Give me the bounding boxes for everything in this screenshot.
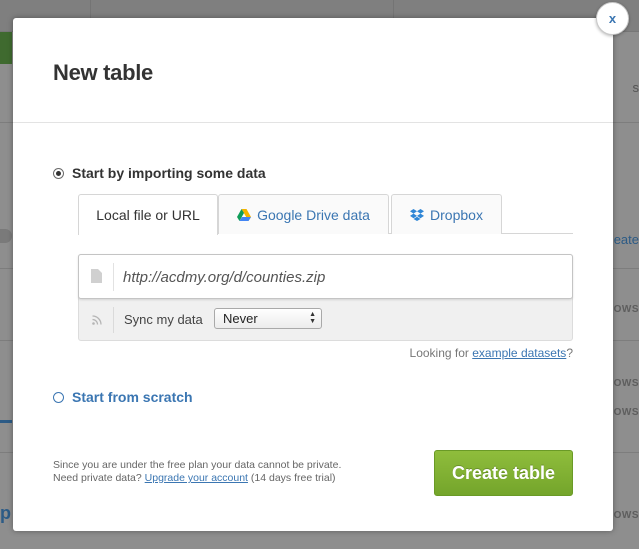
url-box <box>78 254 573 299</box>
background-create-link: eate <box>613 232 639 247</box>
modal-title: New table <box>53 60 153 85</box>
private-data-note: Since you are under the free plan your d… <box>53 459 341 485</box>
sync-divider <box>113 307 114 333</box>
close-icon: x <box>608 11 617 26</box>
examples-suffix: ? <box>566 346 573 360</box>
google-drive-icon <box>237 208 252 221</box>
tab-dropbox[interactable]: Dropbox <box>391 194 502 234</box>
url-input[interactable] <box>123 263 553 291</box>
import-panel: Sync my data Never ▲▼ <box>78 254 573 341</box>
create-table-button[interactable]: Create table <box>434 450 573 496</box>
background-green-bar <box>0 32 12 64</box>
private-note-suffix: (14 days free trial) <box>247 472 336 484</box>
dropbox-icon <box>410 208 425 221</box>
upgrade-account-link[interactable]: Upgrade your account <box>145 472 248 484</box>
background-gear-icon <box>0 229 12 243</box>
private-note-line1: Since you are under the free plan your d… <box>53 459 342 471</box>
background-link-mark <box>0 420 12 423</box>
file-icon <box>91 269 102 283</box>
background-partial-char: p <box>0 503 11 523</box>
tab-google-drive[interactable]: Google Drive data <box>218 194 389 234</box>
example-datasets-hint: Looking for example datasets? <box>373 346 573 360</box>
private-note-line2: Need private data? Upgrade your account … <box>53 472 341 485</box>
examples-prefix: Looking for <box>409 346 473 360</box>
import-source-tabs: Local file or URL Google Drive data Drop… <box>78 194 573 235</box>
background-partial-text: s <box>632 80 639 95</box>
modal-header: New table <box>13 18 613 123</box>
tab-google-drive-label: Google Drive data <box>257 206 370 223</box>
import-data-option[interactable]: Start by importing some data <box>53 165 266 181</box>
url-divider <box>113 263 114 291</box>
tab-local-file-label: Local file or URL <box>96 207 200 223</box>
tab-dropbox-label: Dropbox <box>430 206 483 223</box>
new-table-modal: New table Start by importing some data L… <box>13 18 613 531</box>
close-modal-button[interactable]: x <box>596 2 629 35</box>
sync-label: Sync my data <box>124 312 203 327</box>
import-data-radio[interactable] <box>53 167 64 179</box>
start-from-scratch-option[interactable]: Start from scratch <box>53 389 193 405</box>
sync-selected-value: Never <box>223 311 258 326</box>
start-from-scratch-label: Start from scratch <box>72 389 193 405</box>
rss-icon <box>92 315 102 325</box>
sync-row: Sync my data Never ▲ ▼ <box>79 299 572 341</box>
tab-local-file[interactable]: Local file or URL <box>78 194 218 235</box>
private-note-prefix: Need private data? <box>53 472 145 484</box>
start-from-scratch-radio[interactable] <box>53 391 64 403</box>
sync-frequency-select[interactable]: Never ▲ ▼ <box>214 308 322 329</box>
import-data-label: Start by importing some data <box>72 165 266 181</box>
select-arrows-icon: ▲ ▼ <box>309 311 316 325</box>
example-datasets-link[interactable]: example datasets <box>472 346 566 360</box>
